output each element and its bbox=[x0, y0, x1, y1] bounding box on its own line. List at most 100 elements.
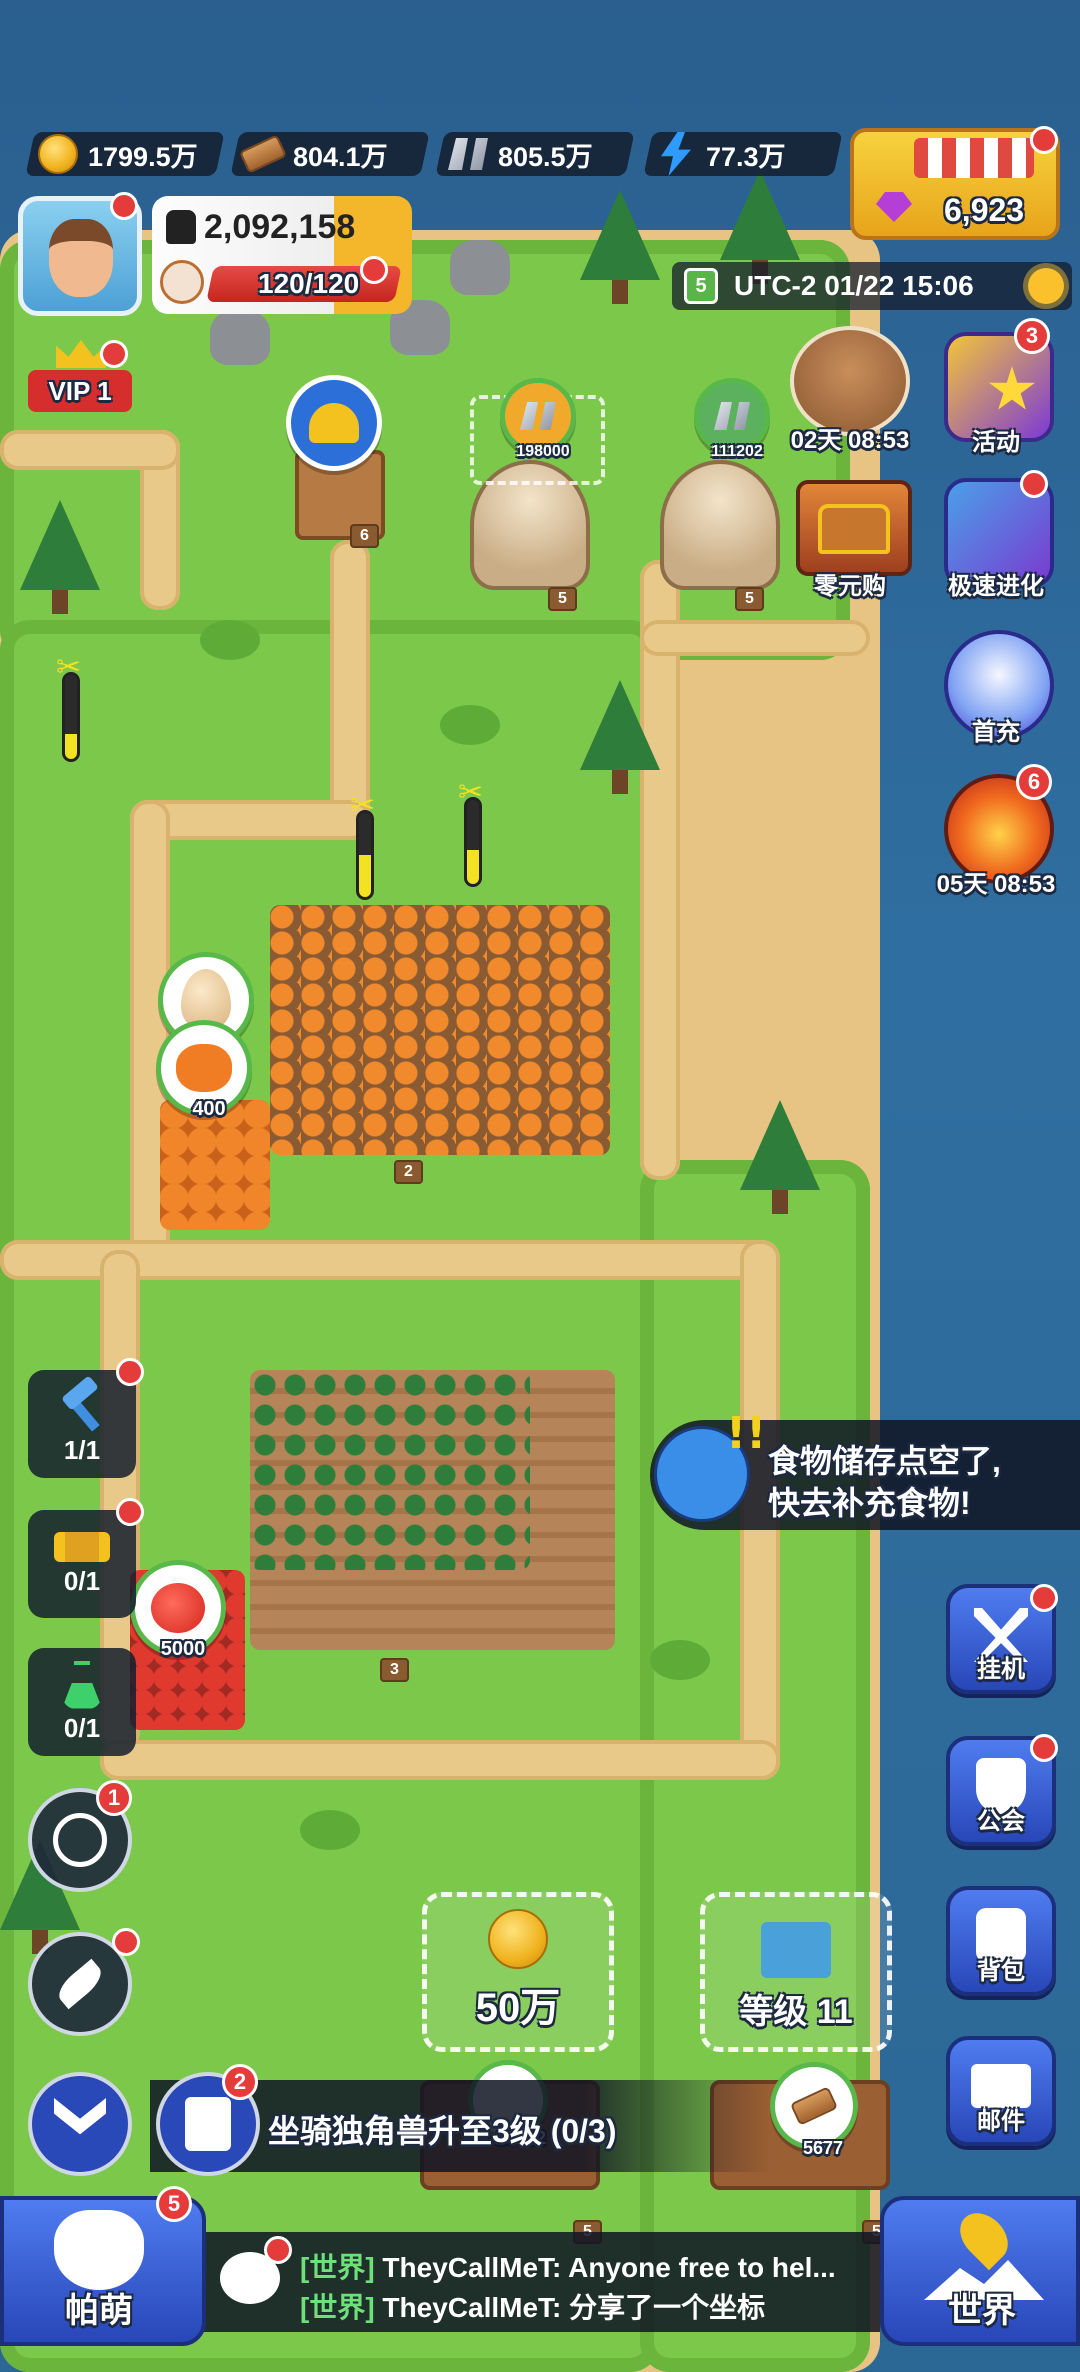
tomato-bubble[interactable]: 5000 bbox=[130, 1560, 226, 1660]
gem-icon bbox=[876, 192, 912, 222]
guild-label: 公会 bbox=[977, 1808, 1025, 1835]
metal-icon bbox=[448, 138, 488, 170]
chat-message-2: [世界] TheyCallMeT: 分享了一个坐标 bbox=[300, 2286, 860, 2326]
build-mine-bubble[interactable] bbox=[286, 375, 382, 471]
build-plot-level[interactable]: 等级 11 bbox=[700, 1892, 892, 2052]
stamina-value: 120/120 bbox=[258, 268, 360, 299]
notification-dot bbox=[112, 1928, 140, 1956]
helmet-plus-icon bbox=[309, 403, 359, 443]
dirt-path bbox=[330, 540, 370, 830]
pumpkin-store-value: 400 bbox=[192, 1098, 226, 1120]
quest-text: 坐骑独角兽升至3级 (0/3) bbox=[268, 2113, 617, 2149]
notification-dot bbox=[100, 340, 128, 368]
energy-value: 77.3万 bbox=[706, 141, 786, 172]
map-pin-icon bbox=[950, 2203, 1018, 2271]
upgrade-arrow-button[interactable] bbox=[28, 2072, 132, 2176]
crown-icon bbox=[56, 340, 106, 368]
power-panel[interactable]: 2,092,158 120/120 bbox=[152, 196, 412, 314]
pet-badge: 5 bbox=[156, 2186, 192, 2222]
dirt-path bbox=[640, 620, 870, 656]
dirt-path bbox=[0, 430, 180, 470]
metal-value: 805.5万 bbox=[498, 141, 593, 172]
notification-dot bbox=[110, 192, 138, 220]
chat-channel: [世界] bbox=[300, 2252, 375, 2283]
mine-level: 6 bbox=[350, 524, 379, 548]
flask-icon bbox=[62, 1660, 102, 1709]
bush bbox=[440, 705, 500, 745]
notification-dot bbox=[1030, 126, 1058, 154]
world-button[interactable]: 世界 bbox=[880, 2196, 1080, 2346]
notification-dot bbox=[264, 2236, 292, 2264]
research-task-count: 0/1 bbox=[63, 1712, 101, 1743]
metal-resource[interactable]: 805.5万 bbox=[435, 132, 635, 176]
exclamation-icon: !! bbox=[726, 1408, 767, 1459]
document-icon bbox=[185, 2097, 231, 2151]
gem-value: 6,923 bbox=[944, 192, 1025, 228]
chat-text: TheyCallMeT: Anyone free to hel... bbox=[374, 2252, 836, 2283]
food-warning-banner[interactable]: !! 食物储存点空了, 快去补充食物! bbox=[650, 1408, 1080, 1530]
research-task-button[interactable]: 0/1 bbox=[28, 1648, 136, 1756]
fire-event-badge: 6 bbox=[1016, 764, 1052, 800]
backpack-label: 背包 bbox=[977, 1958, 1025, 1985]
gold-resource[interactable]: 1799.5万 bbox=[25, 132, 225, 176]
wood-bottom-value: 5677 bbox=[802, 2138, 844, 2158]
potion-icon bbox=[160, 260, 204, 304]
pine-tree bbox=[580, 190, 660, 304]
mail-button[interactable]: 邮件 bbox=[946, 2036, 1056, 2146]
bush bbox=[200, 620, 260, 660]
gem-shop-button[interactable]: 6,923 bbox=[850, 128, 1060, 240]
plot-level-requirement: 等级 11 bbox=[739, 1993, 853, 2031]
avatar-face bbox=[49, 219, 113, 297]
kiln-a-level: 5 bbox=[548, 587, 577, 611]
harvest-progress bbox=[464, 797, 482, 887]
weather-vane-icon bbox=[53, 1813, 107, 1867]
activity-label: 活动 bbox=[972, 429, 1020, 456]
rune-badge: 1 bbox=[96, 1780, 132, 1816]
quest-badge: 2 bbox=[222, 2064, 258, 2100]
energy-resource[interactable]: 77.3万 bbox=[643, 132, 843, 176]
harvest-progress bbox=[62, 672, 80, 762]
mail-label: 邮件 bbox=[977, 2108, 1025, 2135]
shop-stall-icon bbox=[914, 138, 1034, 178]
pumpkin-icon bbox=[176, 1044, 232, 1092]
treasure-chest-icon bbox=[818, 504, 890, 554]
sun-icon bbox=[1028, 268, 1064, 304]
activity-badge: 3 bbox=[1014, 318, 1050, 354]
fast-evolve-label: 极速进化 bbox=[948, 573, 1044, 600]
notification-dot bbox=[1030, 1584, 1058, 1612]
metal-bubble-a[interactable]: 198000 bbox=[500, 378, 576, 460]
idle-label: 挂机 bbox=[977, 1656, 1025, 1683]
warning-line-2: 快去补充食物! bbox=[768, 1485, 971, 1521]
wood-resource[interactable]: 804.1万 bbox=[230, 132, 430, 176]
clock-bar: 5 UTC-2 01/22 15:06 bbox=[672, 262, 1072, 310]
gold-coin-icon bbox=[488, 1909, 548, 1969]
pumpkin-field[interactable] bbox=[270, 905, 610, 1155]
training-task-count: 0/1 bbox=[63, 1565, 101, 1596]
house-icon bbox=[761, 1922, 831, 1978]
field-a-level: 2 bbox=[394, 1160, 423, 1184]
fist-icon bbox=[166, 210, 196, 244]
build-task-button[interactable]: 1/1 bbox=[28, 1370, 136, 1478]
notification-dot bbox=[116, 1358, 144, 1386]
lightning-icon bbox=[661, 132, 691, 176]
build-plot-gold[interactable]: 50万 bbox=[422, 1892, 614, 2052]
pet-label: 帕萌 bbox=[65, 2292, 133, 2330]
training-task-button[interactable]: 0/1 bbox=[28, 1510, 136, 1618]
wood-bubble-b[interactable]: 5677 bbox=[770, 2062, 858, 2158]
clock-time: UTC-2 01/22 15:06 bbox=[734, 270, 974, 301]
plot-gold-cost: 50万 bbox=[475, 1986, 561, 2030]
metal-icon bbox=[520, 402, 556, 430]
backpack-button[interactable]: 背包 bbox=[946, 1886, 1056, 1996]
metal-bubble-b[interactable]: 111202 bbox=[694, 378, 770, 460]
crop-rows bbox=[250, 1370, 530, 1570]
zero-purchase-button[interactable] bbox=[796, 480, 912, 576]
chat-panel[interactable]: [世界] TheyCallMeT: Anyone free to hel... … bbox=[200, 2232, 880, 2332]
bush bbox=[300, 1810, 360, 1850]
rock bbox=[450, 240, 510, 295]
pine-tree bbox=[20, 500, 100, 614]
metal-plot-a-value: 198000 bbox=[516, 443, 570, 460]
vip-label: VIP 1 bbox=[28, 370, 132, 412]
dirt-path bbox=[100, 1740, 780, 1780]
pumpkin-bubble[interactable]: 400 bbox=[156, 1020, 252, 1120]
chat-message-1: [世界] TheyCallMeT: Anyone free to hel... bbox=[300, 2246, 860, 2286]
